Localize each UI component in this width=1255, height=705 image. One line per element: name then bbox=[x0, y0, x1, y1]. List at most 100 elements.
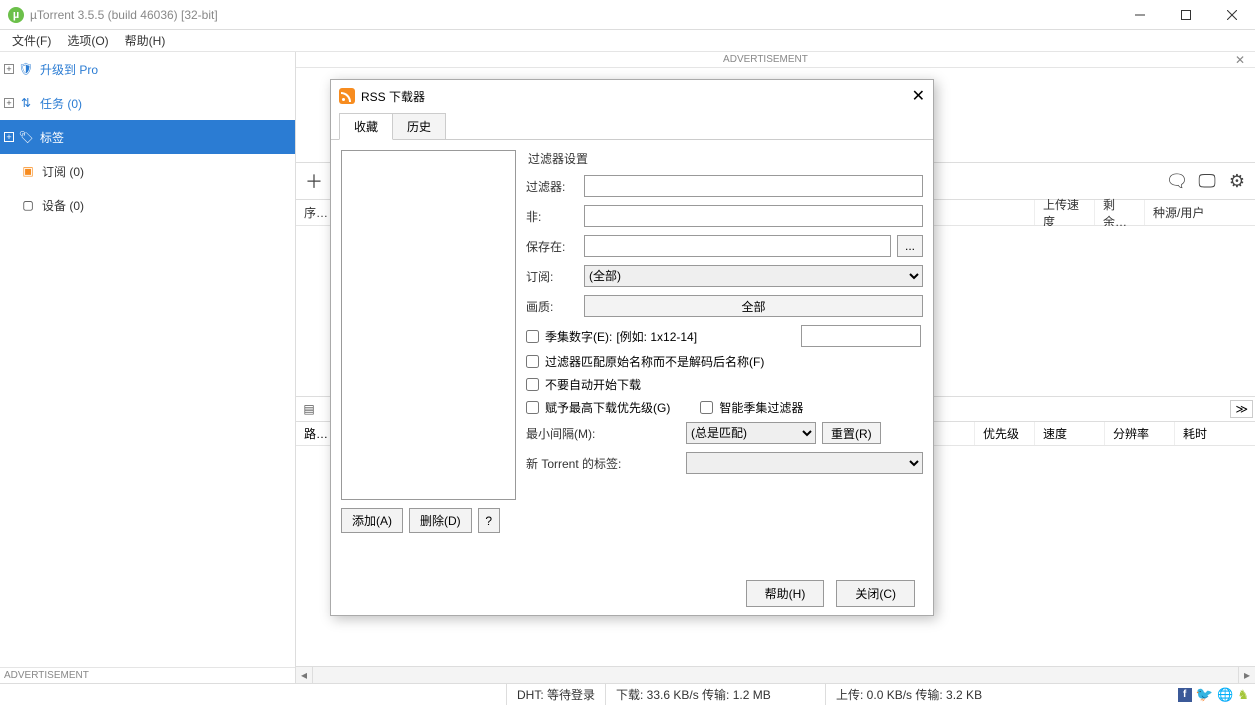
sidebar: + 🛡 升级到 Pro + ⇅ 任务 (0) + 🏷 标签 ▣ 订阅 (0) ▢… bbox=[0, 52, 296, 683]
help-small-button[interactable]: ? bbox=[478, 508, 500, 533]
device-icon: ▢ bbox=[20, 197, 36, 213]
browse-button[interactable]: ... bbox=[897, 235, 923, 257]
col-speed[interactable]: 速度 bbox=[1035, 422, 1105, 445]
filter-label: 过滤器: bbox=[526, 178, 584, 195]
not-input[interactable] bbox=[584, 205, 923, 227]
scroll-right-icon[interactable]: ▸ bbox=[1238, 667, 1255, 683]
smartep-label: 智能季集过滤器 bbox=[719, 399, 803, 416]
globe-icon[interactable]: 🌐 bbox=[1217, 687, 1233, 703]
filter-input[interactable] bbox=[584, 175, 923, 197]
window-controls bbox=[1117, 0, 1255, 30]
rss-icon bbox=[339, 88, 355, 104]
maximize-button[interactable] bbox=[1163, 0, 1209, 30]
highprio-checkbox[interactable] bbox=[526, 401, 539, 414]
reset-button[interactable]: 重置(R) bbox=[822, 422, 881, 444]
add-filter-button[interactable]: 添加(A) bbox=[341, 508, 403, 533]
smartep-checkbox[interactable] bbox=[700, 401, 713, 414]
dialog-left-pane: 添加(A) 删除(D) ? bbox=[341, 150, 516, 561]
episode-checkbox[interactable] bbox=[526, 330, 539, 343]
expand-icon[interactable]: + bbox=[4, 98, 14, 108]
sidebar-label: 设备 (0) bbox=[42, 197, 84, 214]
col-resolution[interactable]: 分辨率 bbox=[1105, 422, 1175, 445]
col-upspeed[interactable]: 上传速度 bbox=[1035, 200, 1095, 225]
sidebar-label: 任务 (0) bbox=[40, 95, 82, 112]
tab-history[interactable]: 历史 bbox=[392, 113, 446, 139]
sidebar-label: 订阅 (0) bbox=[42, 163, 84, 180]
savein-label: 保存在: bbox=[526, 238, 584, 255]
horizontal-scrollbar[interactable]: ◂ ▸ bbox=[296, 666, 1255, 683]
savein-input[interactable] bbox=[584, 235, 891, 257]
menu-file[interactable]: 文件(F) bbox=[4, 30, 59, 51]
close-window-button[interactable] bbox=[1209, 0, 1255, 30]
chat-icon[interactable]: 🗨 bbox=[1165, 169, 1189, 193]
statusbar: DHT: 等待登录 下载: 33.6 KB/s 传输: 1.2 MB 上传: 0… bbox=[0, 683, 1255, 705]
sidebar-item-labels[interactable]: + 🏷 标签 bbox=[0, 120, 295, 154]
tab-favorites[interactable]: 收藏 bbox=[339, 113, 393, 140]
origname-label: 过滤器匹配原始名称而不是解码后名称(F) bbox=[545, 353, 764, 370]
remote-icon[interactable]: 🖵 bbox=[1195, 169, 1219, 193]
highprio-label: 赋予最高下载优先级(G) bbox=[545, 399, 670, 416]
episode-hint: [例如: 1x12-14] bbox=[616, 328, 697, 345]
upgrade-icon: 🛡 bbox=[18, 61, 34, 77]
noautostart-checkbox[interactable] bbox=[526, 378, 539, 391]
quality-button[interactable]: 全部 bbox=[584, 295, 923, 317]
sidebar-item-devices[interactable]: ▢ 设备 (0) bbox=[0, 188, 295, 222]
rss-downloader-dialog: RSS 下载器 ✕ 收藏 历史 添加(A) 删除(D) ? 过滤器设置 过滤器:… bbox=[330, 79, 934, 616]
scroll-left-icon[interactable]: ◂ bbox=[296, 667, 313, 683]
dialog-close-button-footer[interactable]: 关闭(C) bbox=[836, 580, 915, 607]
sidebar-item-feeds[interactable]: ▣ 订阅 (0) bbox=[0, 154, 295, 188]
col-seeds[interactable]: 种源/用户 bbox=[1145, 200, 1255, 225]
dialog-help-button[interactable]: 帮助(H) bbox=[746, 580, 825, 607]
col-priority[interactable]: 优先级 bbox=[975, 422, 1035, 445]
sidebar-label: 升级到 Pro bbox=[40, 61, 98, 78]
twitter-icon[interactable]: 🐦 bbox=[1196, 686, 1213, 703]
menubar: 文件(F) 选项(O) 帮助(H) bbox=[0, 30, 1255, 52]
delete-filter-button[interactable]: 删除(D) bbox=[409, 508, 472, 533]
col-remaining[interactable]: 剩余… bbox=[1095, 200, 1145, 225]
status-icons: f 🐦 🌐 ♞ bbox=[1178, 686, 1249, 703]
ad-close-icon[interactable]: ✕ bbox=[1235, 53, 1245, 67]
sidebar-label: 标签 bbox=[40, 129, 64, 146]
episode-label: 季集数字(E): bbox=[545, 328, 612, 345]
newlabel-label: 新 Torrent 的标签: bbox=[526, 455, 646, 472]
facebook-icon[interactable]: f bbox=[1178, 688, 1192, 702]
episode-input[interactable] bbox=[801, 325, 921, 347]
quality-label: 画质: bbox=[526, 298, 584, 315]
expand-icon[interactable]: + bbox=[4, 132, 14, 142]
dialog-titlebar: RSS 下载器 ✕ bbox=[331, 80, 933, 112]
filter-settings-pane: 过滤器设置 过滤器: 非: 保存在: ... 订阅: (全部) 画质: 全部 bbox=[526, 150, 923, 561]
ad-label: ADVERTISEMENT bbox=[723, 54, 808, 65]
status-upload: 上传: 0.0 KB/s 传输: 3.2 KB bbox=[825, 684, 1045, 705]
down-up-icon: ⇅ bbox=[18, 95, 34, 111]
sidebar-item-tasks[interactable]: + ⇅ 任务 (0) bbox=[0, 86, 295, 120]
noautostart-label: 不要自动开始下载 bbox=[545, 376, 641, 393]
app-logo-icon bbox=[8, 7, 24, 23]
window-title: µTorrent 3.5.5 (build 46036) [32-bit] bbox=[30, 8, 218, 22]
add-torrent-button[interactable]: ＋ bbox=[302, 169, 326, 193]
mininterval-label: 最小间隔(M): bbox=[526, 425, 646, 442]
settings-icon[interactable]: ⚙ bbox=[1225, 169, 1249, 193]
col-time[interactable]: 耗时 bbox=[1175, 422, 1255, 445]
dialog-body: 添加(A) 删除(D) ? 过滤器设置 过滤器: 非: 保存在: ... 订阅: bbox=[331, 140, 933, 571]
detail-files-icon[interactable]: ▤ bbox=[296, 397, 322, 421]
mininterval-select[interactable]: (总是匹配) bbox=[686, 422, 816, 444]
detail-chevron-icon[interactable]: ≫ bbox=[1230, 400, 1253, 418]
menu-options[interactable]: 选项(O) bbox=[59, 30, 116, 51]
not-label: 非: bbox=[526, 208, 584, 225]
feed-select[interactable]: (全部) bbox=[584, 265, 923, 287]
filter-settings-legend: 过滤器设置 bbox=[526, 150, 923, 167]
status-download: 下载: 33.6 KB/s 传输: 1.2 MB bbox=[605, 684, 825, 705]
newlabel-select[interactable] bbox=[686, 452, 923, 474]
android-icon[interactable]: ♞ bbox=[1237, 687, 1249, 703]
rss-icon: ▣ bbox=[20, 163, 36, 179]
filter-listbox[interactable] bbox=[341, 150, 516, 500]
menu-help[interactable]: 帮助(H) bbox=[117, 30, 174, 51]
dialog-title: RSS 下载器 bbox=[361, 88, 425, 105]
origname-checkbox[interactable] bbox=[526, 355, 539, 368]
sidebar-item-upgrade[interactable]: + 🛡 升级到 Pro bbox=[0, 52, 295, 86]
dialog-footer: 帮助(H) 关闭(C) bbox=[331, 571, 933, 615]
minimize-button[interactable] bbox=[1117, 0, 1163, 30]
dialog-close-button[interactable]: ✕ bbox=[912, 86, 925, 106]
feed-label: 订阅: bbox=[526, 268, 584, 285]
expand-icon[interactable]: + bbox=[4, 64, 14, 74]
